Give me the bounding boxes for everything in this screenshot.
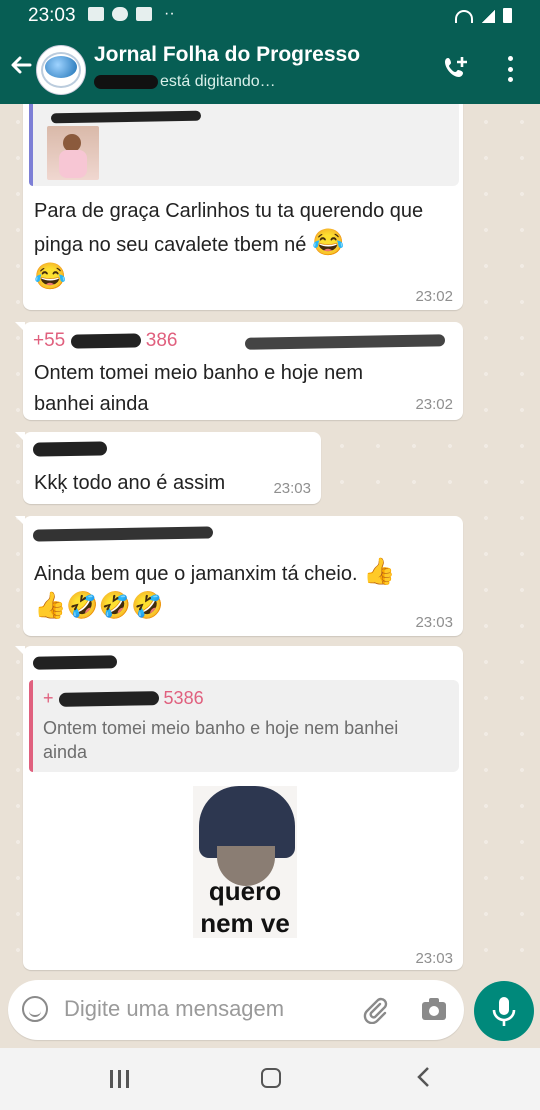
tears-of-joy-icon: 😂 [311, 227, 345, 257]
calendar-icon [136, 7, 152, 21]
gallery-icon [88, 7, 104, 21]
message-time: 23:03 [415, 614, 453, 631]
system-navigation-bar [0, 1048, 540, 1110]
message-bubble[interactable]: Para de graça Carlinhos tu ta querendo q… [23, 104, 463, 310]
chat-title[interactable]: Jornal Folha do Progresso [94, 43, 360, 67]
recents-icon[interactable] [110, 1070, 129, 1088]
quoted-image-thumbnail [47, 126, 99, 180]
mic-icon [492, 997, 516, 1026]
message-text: Kkķ todo ano é assim [34, 472, 226, 494]
message-input[interactable]: Digite uma mensagem [8, 980, 464, 1040]
composer-bar: Digite uma mensagem [0, 972, 540, 1048]
attach-icon[interactable] [360, 994, 390, 1025]
message-text: Ontem tomei meio banho e hoje nem banhei… [34, 362, 364, 415]
status-notification-icons: ·· [88, 5, 175, 22]
sticker-caption-line2: nem ve [200, 908, 290, 938]
status-time: 23:03 [28, 5, 76, 26]
message-text: Ainda bem que o jamanxim tá cheio. 👍 👍🤣🤣… [34, 556, 396, 620]
redaction [32, 526, 214, 542]
sticker-image[interactable]: quero nem ve [193, 786, 297, 938]
message-input-placeholder: Digite uma mensagem [64, 996, 285, 1021]
quoted-message[interactable]: + 5386 Ontem tomei meio banho e hoje nem… [29, 680, 459, 772]
status-system-icons [455, 8, 512, 23]
redaction [58, 691, 159, 707]
redaction [70, 333, 141, 349]
quoted-sender: + 5386 [43, 688, 204, 708]
back-arrow-icon[interactable] [8, 52, 34, 83]
wifi-icon [455, 10, 473, 23]
add-call-icon[interactable] [442, 54, 470, 82]
thumbs-up-icon: 👍 [363, 556, 396, 586]
redaction [32, 441, 108, 457]
mic-button[interactable] [474, 981, 534, 1041]
redaction [244, 334, 446, 350]
message-bubble[interactable]: +55 386 Ontem tomei meio banho e hoje ne… [15, 322, 463, 420]
chat-area[interactable]: Para de graça Carlinhos tu ta querendo q… [0, 104, 540, 972]
signal-icon [481, 10, 495, 23]
avatar[interactable] [36, 45, 86, 95]
back-icon[interactable] [416, 1064, 432, 1095]
tears-of-joy-icon: 😂 [34, 261, 67, 291]
redaction [50, 110, 202, 124]
chat-header: Jornal Folha do Progresso está digitando… [0, 32, 540, 104]
redaction [94, 74, 158, 89]
cloud-icon [112, 7, 128, 21]
more-notifications-icon: ·· [164, 5, 175, 22]
more-options-icon[interactable] [500, 56, 520, 82]
chat-subtitle: está digitando… [94, 73, 276, 91]
emoji-icon[interactable] [22, 996, 48, 1022]
typing-status: está digitando… [160, 73, 276, 90]
redaction [32, 655, 118, 670]
quoted-text: Ontem tomei meio banho e hoje nem banhei… [43, 718, 399, 762]
message-time: 23:03 [273, 480, 311, 497]
camera-icon[interactable] [420, 996, 448, 1022]
message-bubble[interactable]: Ainda bem que o jamanxim tá cheio. 👍 👍🤣🤣… [15, 516, 463, 636]
globe-logo-icon [45, 56, 77, 78]
sticker-caption-line1: quero [208, 876, 282, 906]
message-text: Para de graça Carlinhos tu ta querendo q… [34, 200, 424, 291]
battery-icon [503, 8, 512, 23]
rolling-laughing-icon: 👍🤣🤣🤣 [34, 590, 164, 620]
sender-name: +55 386 [33, 330, 178, 351]
status-bar: 23:03 ·· [0, 0, 540, 32]
message-bubble[interactable]: + 5386 Ontem tomei meio banho e hoje nem… [15, 646, 463, 970]
message-time: 23:03 [415, 950, 453, 967]
home-icon[interactable] [261, 1068, 281, 1088]
message-time: 23:02 [415, 288, 453, 305]
message-time: 23:02 [415, 396, 453, 413]
quoted-message[interactable] [29, 104, 459, 186]
message-bubble[interactable]: Kkķ todo ano é assim 23:03 [15, 432, 321, 504]
